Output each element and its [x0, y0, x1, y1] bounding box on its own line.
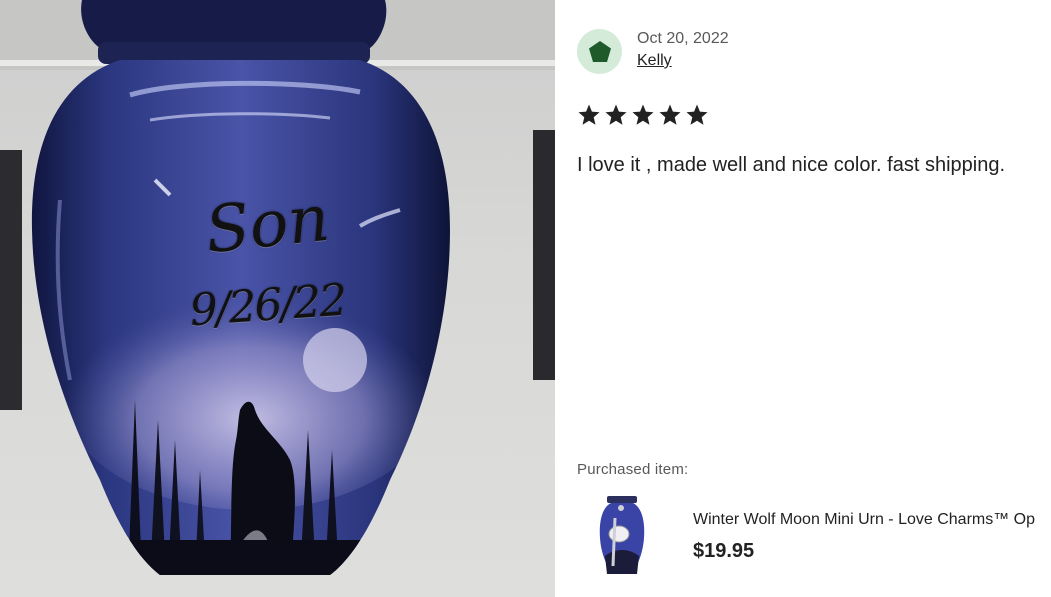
purchased-item-title-link[interactable]: Winter Wolf Moon Mini Urn - Love Charms™…	[693, 511, 1035, 529]
review-date: Oct 20, 2022	[637, 30, 729, 47]
reviewer-avatar[interactable]	[577, 29, 622, 74]
avatar-pentagon-icon	[588, 40, 611, 62]
review-panel: Oct 20, 2022 Kelly I love it , made well…	[577, 0, 1051, 597]
star-rating	[577, 103, 709, 127]
star-icon	[659, 104, 681, 125]
purchased-item-label: Purchased item:	[577, 461, 689, 478]
star-icon	[578, 104, 600, 125]
purchased-item-thumbnail[interactable]	[597, 496, 647, 578]
review-photo[interactable]: Son 9/26/22	[0, 0, 555, 597]
star-icon	[632, 104, 654, 125]
star-icon	[605, 104, 627, 125]
review-text: I love it , made well and nice color. fa…	[577, 154, 1006, 176]
reviewer-name-link[interactable]: Kelly	[637, 52, 672, 70]
purchased-item-price: $19.95	[693, 540, 755, 562]
star-icon	[686, 104, 708, 125]
